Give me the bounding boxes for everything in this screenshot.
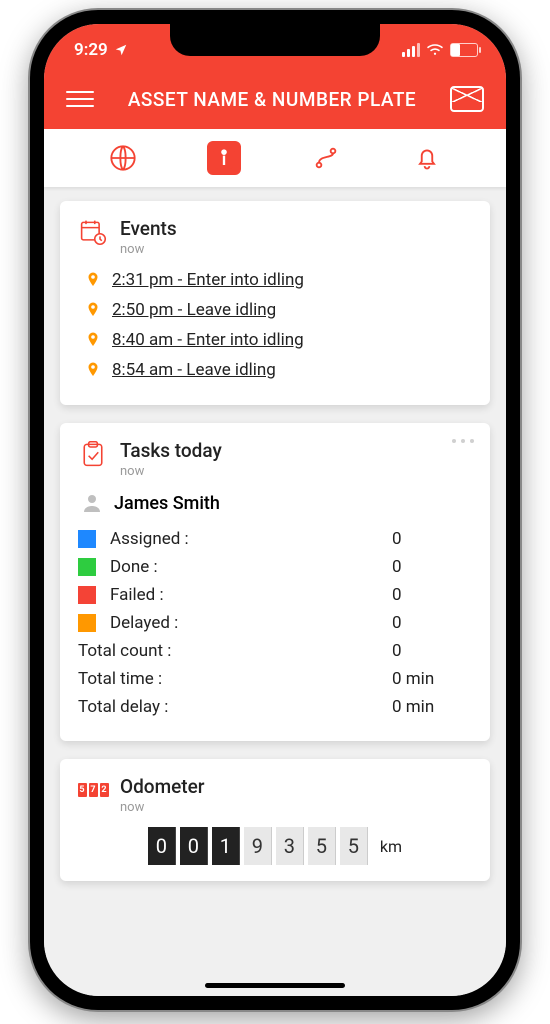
odometer-digit: 5 — [340, 827, 368, 865]
status-swatch — [78, 614, 96, 632]
event-item[interactable]: 2:31 pm - Enter into idling — [84, 269, 472, 291]
status-swatch — [78, 558, 96, 576]
menu-button[interactable] — [66, 91, 94, 107]
task-value: 0 — [392, 585, 472, 605]
total-label: Total time : — [78, 669, 392, 689]
events-title: Events — [120, 217, 177, 240]
home-indicator[interactable] — [205, 983, 345, 988]
app-header: ASSET NAME & NUMBER PLATE — [44, 69, 506, 129]
signal-icon — [402, 43, 420, 57]
tasks-timestamp: now — [120, 464, 222, 479]
task-label: Assigned : — [110, 529, 392, 549]
task-label: Failed : — [110, 585, 392, 605]
event-item[interactable]: 8:40 am - Enter into idling — [84, 329, 472, 351]
event-item[interactable]: 8:54 am - Leave idling — [84, 359, 472, 381]
odometer-title: Odometer — [120, 775, 205, 798]
task-total-row: Total count :0 — [78, 641, 472, 661]
odometer-card: 572 Odometer now 0019355 km — [60, 759, 490, 881]
person-name: James Smith — [114, 493, 220, 514]
odometer-digit: 1 — [212, 827, 240, 865]
task-value: 0 — [392, 557, 472, 577]
inbox-button[interactable] — [450, 86, 484, 112]
task-status-row: Failed :0 — [78, 585, 472, 605]
tasks-more-button[interactable] — [452, 439, 474, 443]
content-scroll[interactable]: Events now 2:31 pm - Enter into idling 2:… — [44, 187, 506, 996]
wifi-icon — [426, 43, 444, 57]
odometer-digit: 5 — [308, 827, 336, 865]
tasks-title: Tasks today — [120, 439, 222, 462]
event-text: 2:31 pm - Enter into idling — [112, 270, 304, 290]
task-total-row: Total delay :0 min — [78, 697, 472, 717]
screen: 9:29 ASSET NAME & NUMBER PLATE — [44, 24, 506, 996]
task-total-row: Total time :0 min — [78, 669, 472, 689]
total-value: 0 min — [392, 669, 472, 689]
event-text: 8:54 am - Leave idling — [112, 360, 276, 380]
phone-notch — [170, 24, 380, 56]
odometer-icon: 572 — [78, 775, 108, 805]
tab-bell[interactable] — [410, 141, 444, 175]
odometer-unit: km — [380, 837, 402, 856]
total-value: 0 min — [392, 697, 472, 717]
event-item[interactable]: 2:50 pm - Leave idling — [84, 299, 472, 321]
tasks-card: Tasks today now James Smith Assigned :0D… — [60, 423, 490, 741]
total-value: 0 — [392, 641, 472, 661]
calendar-clock-icon — [78, 217, 108, 247]
odometer-display: 0019355 km — [78, 827, 472, 865]
task-value: 0 — [392, 613, 472, 633]
odometer-timestamp: now — [120, 800, 205, 815]
clock: 9:29 — [74, 40, 108, 60]
status-swatch — [78, 530, 96, 548]
task-status-row: Done :0 — [78, 557, 472, 577]
task-label: Done : — [110, 557, 392, 577]
odometer-digit: 0 — [180, 827, 208, 865]
total-label: Total delay : — [78, 697, 392, 717]
odometer-digit: 3 — [276, 827, 304, 865]
odometer-digit: 0 — [148, 827, 176, 865]
battery-icon — [450, 43, 478, 57]
person-icon — [80, 491, 104, 515]
odometer-digit: 9 — [244, 827, 272, 865]
phone-frame: 9:29 ASSET NAME & NUMBER PLATE — [30, 10, 520, 1010]
tab-globe[interactable] — [106, 141, 140, 175]
event-text: 8:40 am - Enter into idling — [112, 330, 304, 350]
location-arrow-icon — [114, 43, 128, 57]
events-timestamp: now — [120, 242, 177, 257]
tab-info[interactable] — [207, 141, 241, 175]
events-card: Events now 2:31 pm - Enter into idling 2:… — [60, 201, 490, 405]
event-text: 2:50 pm - Leave idling — [112, 300, 276, 320]
task-label: Delayed : — [110, 613, 392, 633]
clipboard-check-icon — [78, 439, 108, 469]
status-swatch — [78, 586, 96, 604]
task-value: 0 — [392, 529, 472, 549]
page-title: ASSET NAME & NUMBER PLATE — [128, 88, 416, 111]
total-label: Total count : — [78, 641, 392, 661]
task-status-row: Delayed :0 — [78, 613, 472, 633]
tab-route[interactable] — [309, 141, 343, 175]
task-status-row: Assigned :0 — [78, 529, 472, 549]
tab-bar — [44, 129, 506, 187]
